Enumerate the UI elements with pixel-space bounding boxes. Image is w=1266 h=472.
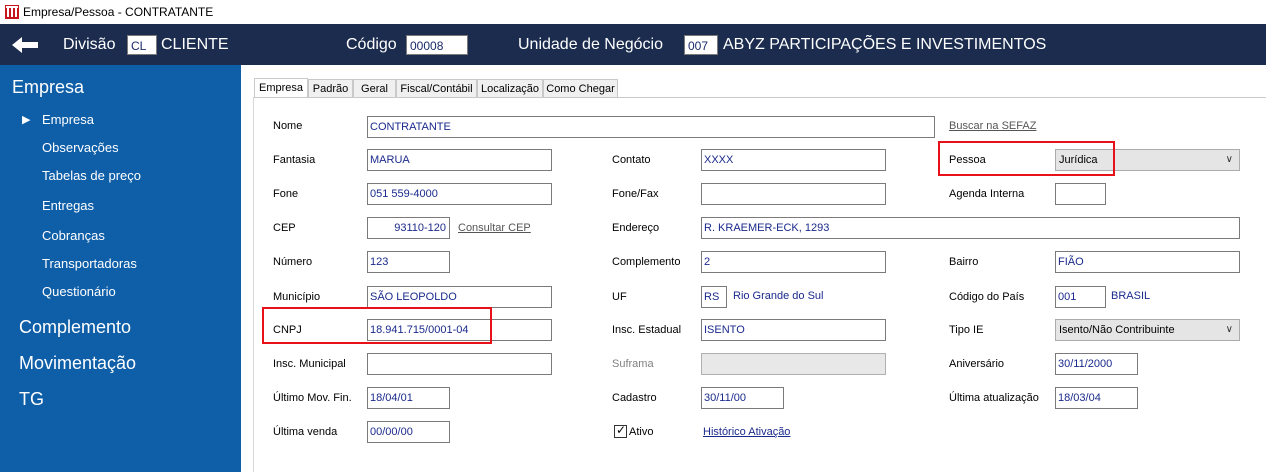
fone-fax-field[interactable] bbox=[701, 183, 886, 205]
tab-fiscal-contabil[interactable]: Fiscal/Contábil bbox=[396, 79, 477, 97]
uf-label: UF bbox=[612, 291, 627, 303]
uf-field[interactable]: RS bbox=[701, 286, 727, 308]
tab-como-chegar[interactable]: Como Chegar bbox=[543, 79, 618, 97]
chevron-down-icon: ∨ bbox=[1225, 154, 1233, 165]
aniversario-label: Aniversário bbox=[949, 358, 1005, 370]
arrow-left-icon[interactable] bbox=[10, 35, 40, 55]
unidade-name: ABYZ PARTICIPAÇÕES E INVESTIMENTOS bbox=[723, 36, 1047, 53]
complemento-label: Complemento bbox=[612, 256, 681, 268]
sidebar-section-movimentacao[interactable]: Movimentação bbox=[19, 353, 136, 374]
agenda-interna-field[interactable] bbox=[1055, 183, 1106, 205]
sidebar-item-questionario[interactable]: Questionário bbox=[42, 284, 116, 299]
insc-estadual-label: Insc. Estadual bbox=[612, 324, 682, 336]
app-icon bbox=[5, 5, 19, 19]
unidade-label: Unidade de Negócio bbox=[518, 36, 663, 53]
codigo-label: Código bbox=[346, 36, 397, 53]
window-title: Empresa/Pessoa - CONTRATANTE bbox=[23, 5, 214, 19]
ultimo-mov-fin-field[interactable]: 18/04/01 bbox=[367, 387, 450, 409]
insc-municipal-field[interactable] bbox=[367, 353, 552, 375]
tab-geral[interactable]: Geral bbox=[353, 79, 396, 97]
cep-field[interactable]: 93110-120 bbox=[367, 217, 450, 239]
numero-field[interactable]: 123 bbox=[367, 251, 450, 273]
ultima-venda-field[interactable]: 00/00/00 bbox=[367, 421, 450, 443]
fantasia-label: Fantasia bbox=[273, 154, 316, 166]
cep-label: CEP bbox=[273, 222, 296, 234]
historico-ativacao-link[interactable]: Histórico Ativação bbox=[703, 426, 790, 438]
nome-field[interactable]: CONTRATANTE bbox=[367, 116, 935, 138]
fone-field[interactable]: 051 559-4000 bbox=[367, 183, 552, 205]
agenda-interna-label: Agenda Interna bbox=[949, 188, 1025, 200]
ultima-atualizacao-field[interactable]: 18/03/04 bbox=[1055, 387, 1138, 409]
codigo-field[interactable]: 00008 bbox=[406, 35, 468, 55]
sidebar-section-complemento[interactable]: Complemento bbox=[19, 317, 131, 338]
ultima-venda-label: Última venda bbox=[273, 426, 338, 438]
fone-fax-label: Fone/Fax bbox=[612, 188, 659, 200]
sidebar: Empresa ▶ Empresa Observações Tabelas de… bbox=[0, 65, 241, 472]
contato-label: Contato bbox=[612, 154, 651, 166]
suframa-label: Suframa bbox=[612, 358, 654, 370]
numero-label: Número bbox=[273, 256, 313, 268]
nome-label: Nome bbox=[273, 120, 303, 132]
consultar-cep-link[interactable]: Consultar CEP bbox=[458, 222, 531, 234]
chevron-down-icon: ∨ bbox=[1225, 324, 1233, 335]
sidebar-item-transportadoras[interactable]: Transportadoras bbox=[42, 256, 137, 271]
tipo-ie-label: Tipo IE bbox=[949, 324, 984, 336]
checkmark-icon: ✓ bbox=[616, 423, 627, 437]
sidebar-item-entregas[interactable]: Entregas bbox=[42, 198, 94, 213]
sidebar-section-tg[interactable]: TG bbox=[19, 389, 44, 410]
insc-estadual-field[interactable]: ISENTO bbox=[701, 319, 886, 341]
contato-field[interactable]: XXXX bbox=[701, 149, 886, 171]
divisao-name: CLIENTE bbox=[161, 36, 229, 53]
title-bar: Empresa/Pessoa - CONTRATANTE bbox=[0, 0, 1266, 24]
divisao-code-field[interactable]: CL bbox=[127, 35, 157, 55]
bairro-field[interactable]: FIÃO bbox=[1055, 251, 1240, 273]
ativo-label: Ativo bbox=[629, 426, 654, 438]
sidebar-item-tabelas-preco[interactable]: Tabelas de preço bbox=[42, 168, 141, 183]
pais-name: BRASIL bbox=[1111, 290, 1151, 302]
ultima-atualizacao-label: Última atualização bbox=[949, 392, 1039, 404]
ultimo-mov-fin-label: Último Mov. Fin. bbox=[273, 392, 352, 404]
content-border bbox=[253, 97, 254, 472]
complemento-field[interactable]: 2 bbox=[701, 251, 886, 273]
tab-localizacao[interactable]: Localização bbox=[477, 79, 543, 97]
aniversario-field[interactable]: 30/11/2000 bbox=[1055, 353, 1138, 375]
sidebar-section-empresa[interactable]: Empresa bbox=[12, 77, 84, 98]
cadastro-field[interactable]: 30/11/00 bbox=[701, 387, 784, 409]
bairro-label: Bairro bbox=[949, 256, 979, 268]
codigo-pais-field[interactable]: 001 bbox=[1055, 286, 1106, 308]
suframa-field bbox=[701, 353, 886, 375]
triangle-right-icon: ▶ bbox=[22, 114, 31, 126]
tipo-ie-select-value: Isento/Não Contribuinte bbox=[1059, 324, 1175, 336]
ativo-checkbox[interactable]: ✓ bbox=[614, 423, 627, 438]
sidebar-item-empresa[interactable]: Empresa bbox=[42, 112, 94, 127]
highlight-box-cnpj bbox=[262, 307, 492, 344]
tab-padrao[interactable]: Padrão bbox=[308, 79, 353, 97]
endereco-field[interactable]: R. KRAEMER-ECK, 1293 bbox=[701, 217, 1240, 239]
highlight-box-pessoa bbox=[938, 141, 1115, 176]
divisao-label: Divisão bbox=[63, 36, 116, 53]
municipio-label: Município bbox=[273, 291, 321, 303]
cadastro-label: Cadastro bbox=[612, 392, 657, 404]
sidebar-item-cobrancas[interactable]: Cobranças bbox=[42, 228, 105, 243]
municipio-field[interactable]: SÃO LEOPOLDO bbox=[367, 286, 552, 308]
tipo-ie-select[interactable]: Isento/Não Contribuinte ∨ bbox=[1055, 319, 1240, 341]
sidebar-item-observacoes[interactable]: Observações bbox=[42, 140, 119, 155]
insc-municipal-label: Insc. Municipal bbox=[273, 358, 346, 370]
endereco-label: Endereço bbox=[612, 222, 660, 234]
unidade-code-field[interactable]: 007 bbox=[684, 35, 718, 55]
tab-empresa[interactable]: Empresa bbox=[254, 78, 308, 97]
uf-name: Rio Grande do Sul bbox=[733, 290, 824, 302]
fantasia-field[interactable]: MARUA bbox=[367, 149, 552, 171]
codigo-pais-label: Código do País bbox=[949, 291, 1025, 303]
fone-label: Fone bbox=[273, 188, 299, 200]
header-bar: Divisão CL CLIENTE Código 00008 Unidade … bbox=[0, 24, 1266, 65]
buscar-sefaz-link[interactable]: Buscar na SEFAZ bbox=[949, 120, 1036, 132]
